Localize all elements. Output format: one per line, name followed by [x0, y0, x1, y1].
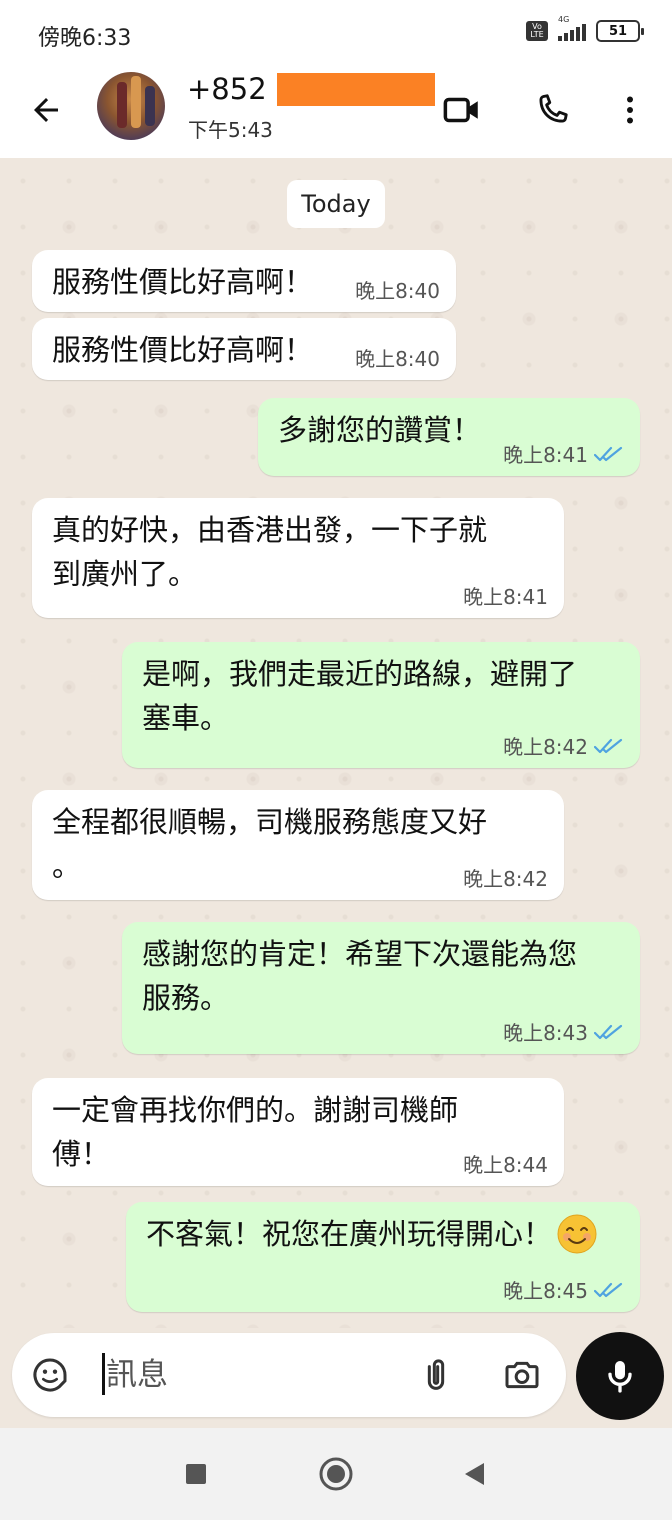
incoming-message[interactable]: 全程都很順暢，司機服務態度又好 。 晚上8:42: [32, 790, 564, 900]
chat-area[interactable]: Today 服務性價比好高啊！ 晚上8:40 服務性價比好高啊！ 晚上8:40 …: [0, 158, 672, 1328]
contact-name[interactable]: +852: [187, 72, 435, 106]
battery-icon: 51: [596, 20, 644, 42]
signal-icon: 4G: [558, 15, 586, 41]
message-time: 晚上8:42: [503, 735, 588, 759]
back-button[interactable]: [24, 88, 68, 132]
network-type: 4G: [558, 15, 570, 24]
outgoing-message[interactable]: 不客氣！祝您在廣州玩得開心！ 晚上8:45: [126, 1202, 640, 1312]
video-call-button[interactable]: [440, 88, 484, 132]
double-check-icon: [594, 1282, 623, 1297]
composer: [12, 1333, 566, 1417]
triangle-back-icon: [465, 1463, 484, 1485]
smiling-face-emoji-icon: [557, 1214, 597, 1254]
recents-button[interactable]: [176, 1454, 216, 1494]
avatar[interactable]: [97, 72, 165, 140]
square-icon: [186, 1464, 206, 1484]
message-time: 晚上8:41: [503, 443, 588, 467]
mic-button[interactable]: [576, 1332, 664, 1420]
chat-header: +852 下午5:43: [0, 66, 672, 158]
message-text: 感謝您的肯定！希望下次還能為您 服務。: [142, 937, 578, 1015]
sticker-icon: [33, 1358, 67, 1392]
message-text: 是啊，我們走最近的路線，避開了 塞車。: [142, 657, 578, 735]
arrow-left-icon: [34, 98, 58, 122]
message-text: 不客氣！祝您在廣州玩得開心！: [146, 1217, 553, 1251]
message-time: 晚上8:42: [463, 867, 548, 891]
double-check-icon: [594, 738, 623, 753]
circle-icon: [319, 1457, 353, 1491]
incoming-message[interactable]: 真的好快，由香港出發，一下子就 到廣州了。 晚上8:41: [32, 498, 564, 618]
outgoing-message[interactable]: 是啊，我們走最近的路線，避開了 塞車。 晚上8:42: [122, 642, 640, 768]
message-time: 晚上8:41: [463, 585, 548, 609]
last-seen: 下午5:43: [188, 118, 273, 142]
home-button[interactable]: [316, 1454, 356, 1494]
message-time: 晚上8:43: [503, 1021, 588, 1045]
outgoing-message[interactable]: 多謝您的讚賞！ 晚上8:41: [258, 398, 640, 476]
nav-back-button[interactable]: [454, 1454, 494, 1494]
message-time: 晚上8:45: [503, 1279, 588, 1303]
system-nav-bar: [0, 1428, 672, 1520]
status-time: 傍晚6:33: [38, 26, 132, 51]
double-check-icon: [594, 1024, 623, 1039]
outgoing-message[interactable]: 感謝您的肯定！希望下次還能為您 服務。 晚上8:43: [122, 922, 640, 1054]
attach-button[interactable]: [414, 1353, 458, 1397]
redaction-bar: [276, 72, 435, 106]
status-bar: 傍晚6:33 Vo LTE 4G 51: [0, 0, 672, 66]
microphone-icon: [608, 1361, 632, 1393]
sticker-button[interactable]: [28, 1353, 72, 1397]
paperclip-icon: [427, 1359, 445, 1390]
contact-name-text: +852: [187, 72, 267, 106]
camera-icon: [505, 1361, 539, 1389]
camera-button[interactable]: [500, 1353, 544, 1397]
message-time: 晚上8:40: [355, 279, 440, 303]
incoming-message[interactable]: 一定會再找你們的。謝謝司機師 傅！ 晚上8:44: [32, 1078, 564, 1186]
phone-icon: [539, 94, 568, 123]
volte-icon: Vo LTE: [526, 21, 548, 41]
voice-call-button[interactable]: [530, 88, 574, 132]
status-icons: Vo LTE 4G 51: [526, 15, 644, 42]
double-check-icon: [594, 446, 623, 461]
message-time: 晚上8:44: [463, 1153, 548, 1177]
message-input[interactable]: [106, 1351, 406, 1399]
incoming-message[interactable]: 服務性價比好高啊！ 晚上8:40: [32, 250, 456, 312]
video-camera-icon: [443, 97, 478, 123]
date-divider: Today: [287, 180, 385, 228]
incoming-message[interactable]: 服務性價比好高啊！ 晚上8:40: [32, 318, 456, 380]
message-time: 晚上8:40: [355, 347, 440, 371]
text-cursor: [102, 1353, 105, 1395]
more-vert-icon: [627, 96, 633, 124]
menu-button[interactable]: [608, 88, 652, 132]
